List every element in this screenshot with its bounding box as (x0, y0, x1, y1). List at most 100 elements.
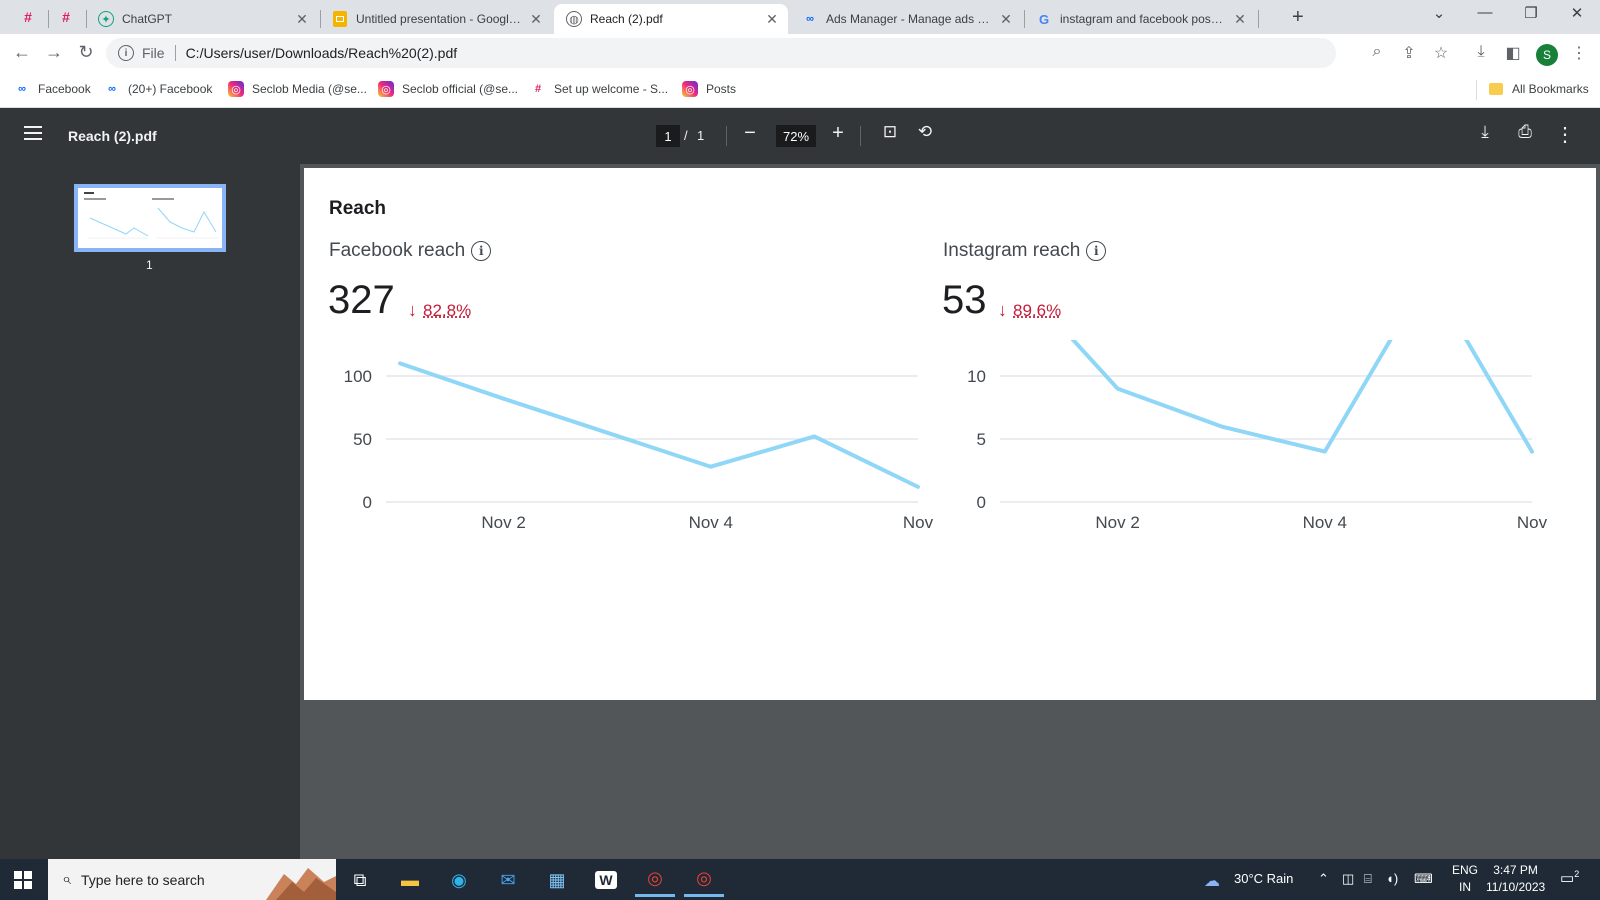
reload-button[interactable]: ↻ (74, 42, 98, 63)
all-bookmarks[interactable]: All Bookmarks (1488, 81, 1589, 97)
info-icon[interactable]: i (1086, 241, 1107, 261)
tab-title: Ads Manager - Manage ads - Ads Manager (826, 12, 992, 26)
tab-title: Reach (2).pdf (590, 12, 663, 26)
x-tick-label: Nov 2 (481, 513, 525, 532)
menu-icon[interactable] (24, 126, 42, 144)
tab-google-search[interactable]: G instagram and facebook post reach ✕ (1024, 4, 1256, 34)
start-button[interactable] (14, 871, 32, 889)
meta-icon: ∞ (18, 83, 26, 95)
bookmark-posts[interactable]: ◎ Posts (682, 81, 736, 97)
file-explorer-icon[interactable]: ▬ (390, 863, 430, 897)
page-total: 1 (697, 128, 705, 143)
rotate-icon[interactable]: ⟲ (912, 122, 938, 142)
show-hidden-icons[interactable]: ⌃ (1318, 871, 1329, 887)
bookmark-label: Posts (706, 82, 737, 96)
bookmark-seclob-official[interactable]: ◎ Seclob official (@se... (378, 81, 518, 97)
page-number-input[interactable]: 1 (656, 125, 680, 147)
restore-button[interactable]: ❐ (1516, 4, 1546, 22)
browser-toolbar: ← → ↻ i File C:/Users/user/Downloads/Rea… (0, 34, 1600, 72)
zoom-icon[interactable]: ⌕ (1366, 43, 1388, 61)
mail-icon[interactable]: ✉ (488, 863, 528, 897)
download-icon[interactable]: ⤓ (1472, 122, 1498, 142)
tab-ads-manager[interactable]: ∞ Ads Manager - Manage ads - Ads Manager… (790, 4, 1022, 34)
tab-chatgpt[interactable]: ✦ ChatGPT ✕ (86, 4, 318, 34)
taskbar-search[interactable]: ⌕ Type here to search (48, 859, 336, 900)
network-icon[interactable]: ⌸ (1364, 871, 1372, 887)
info-icon[interactable]: i (471, 241, 492, 261)
close-tab-icon[interactable]: ✕ (294, 11, 310, 28)
x-tick-label: Nov 4 (689, 513, 733, 532)
language-indicator[interactable]: ENG IN (1452, 862, 1478, 896)
bookmark-label: Seclob official (@se... (402, 82, 519, 96)
toolbar-divider (726, 126, 727, 146)
site-info-icon[interactable]: i (118, 45, 134, 61)
forward-button[interactable]: → (42, 42, 66, 63)
word-icon[interactable]: W (586, 863, 626, 897)
notification-icon: ▭ (1560, 870, 1575, 887)
share-icon[interactable]: ⇪ (1398, 43, 1420, 63)
bookmark-facebook-notifications[interactable]: ∞ (20+) Facebook (104, 81, 212, 97)
bookmark-label: All Bookmarks (1512, 82, 1589, 96)
instagram-icon: ◎ (228, 81, 244, 97)
bookmark-slack-welcome[interactable]: # Set up welcome - S... (530, 81, 668, 97)
more-actions-icon[interactable]: ⋮ (1552, 122, 1578, 147)
meet-now-icon[interactable]: ◫ (1342, 871, 1354, 887)
chrome-icon[interactable]: ◎ (635, 863, 675, 897)
y-tick-label: 0 (977, 493, 986, 512)
facebook-reach-value: 327 (328, 278, 395, 322)
zoom-out-button[interactable]: − (737, 122, 763, 145)
tab-reach-pdf[interactable]: ◍ Reach (2).pdf ✕ (554, 4, 788, 34)
y-tick-label: 50 (353, 430, 372, 449)
chrome-profile-icon[interactable]: ◎ (684, 863, 724, 897)
thumbnail-page-number: 1 (146, 258, 153, 272)
facebook-reach-label: Facebook reach (329, 240, 466, 261)
tab-divider (48, 10, 49, 28)
browser-menu-icon[interactable]: ⋮ (1568, 43, 1590, 63)
bookmark-seclob-media[interactable]: ◎ Seclob Media (@se... (228, 81, 367, 97)
bookmark-label: Seclob Media (@se... (252, 82, 367, 96)
fit-page-icon[interactable]: ⊡ (877, 122, 903, 142)
region-code: IN (1459, 880, 1471, 894)
close-tab-icon[interactable]: ✕ (764, 11, 780, 28)
close-tab-icon[interactable]: ✕ (1232, 11, 1248, 28)
clock[interactable]: 3:47 PM 11/10/2023 (1486, 862, 1545, 896)
store-icon[interactable]: ▦ (537, 863, 577, 897)
page-thumbnail[interactable] (74, 184, 226, 252)
notification-center[interactable]: ▭2 (1560, 869, 1579, 887)
instagram-reach-label: Instagram reach (943, 240, 1081, 261)
tab-search-button[interactable]: ⌄ (1424, 4, 1454, 22)
slack-pinned-tab[interactable]: # (56, 7, 76, 27)
tab-title: ChatGPT (122, 12, 173, 26)
side-panel-icon[interactable]: ◧ (1502, 43, 1524, 63)
zoom-in-button[interactable]: + (825, 122, 851, 145)
profile-avatar[interactable]: S (1536, 44, 1558, 66)
facebook-reach-label-row: Facebook reach i (329, 240, 492, 262)
new-tab-button[interactable]: + (1292, 6, 1304, 29)
minimize-button[interactable]: — (1470, 4, 1500, 21)
x-tick-label: Nov 4 (1303, 513, 1347, 532)
slack-pinned-tab[interactable]: # (18, 7, 38, 27)
bookmark-star-icon[interactable]: ☆ (1430, 43, 1452, 63)
pdf-title: Reach (2).pdf (68, 128, 157, 144)
print-icon[interactable]: ⎙ (1512, 122, 1538, 142)
address-bar[interactable]: i File C:/Users/user/Downloads/Reach%20(… (106, 38, 1336, 68)
close-tab-icon[interactable]: ✕ (998, 11, 1014, 28)
x-tick-label: Nov (1517, 513, 1548, 532)
back-button[interactable]: ← (10, 42, 34, 63)
pdf-toolbar: Reach (2).pdf 1 / 1 − 72% + ⊡ ⟲ ⤓ ⎙ ⋮ (0, 108, 1600, 164)
weather-icon[interactable]: ☁ (1204, 871, 1220, 891)
bookmark-label: (20+) Facebook (128, 82, 213, 96)
tab-slides[interactable]: Untitled presentation - Google Slides ✕ (320, 4, 552, 34)
keyboard-icon[interactable]: ⌨ (1414, 871, 1433, 887)
downloads-icon[interactable]: ⤓ (1470, 43, 1492, 61)
close-window-button[interactable]: ✕ (1562, 4, 1592, 22)
windows-taskbar: ⌕ Type here to search ⧉ ▬ ◉ ✉ ▦ W ◎ ◎ ☁ … (0, 859, 1600, 900)
bookmark-facebook[interactable]: ∞ Facebook (14, 81, 91, 97)
weather-text[interactable]: 30°C Rain (1234, 871, 1293, 886)
task-view-icon[interactable]: ⧉ (340, 863, 380, 897)
close-tab-icon[interactable]: ✕ (528, 11, 544, 28)
zoom-level-input[interactable]: 72% (776, 125, 816, 147)
edge-icon[interactable]: ◉ (439, 863, 479, 897)
instagram-reach-label-row: Instagram reach i (943, 240, 1107, 262)
volume-icon[interactable]: ◖) (1386, 871, 1398, 886)
